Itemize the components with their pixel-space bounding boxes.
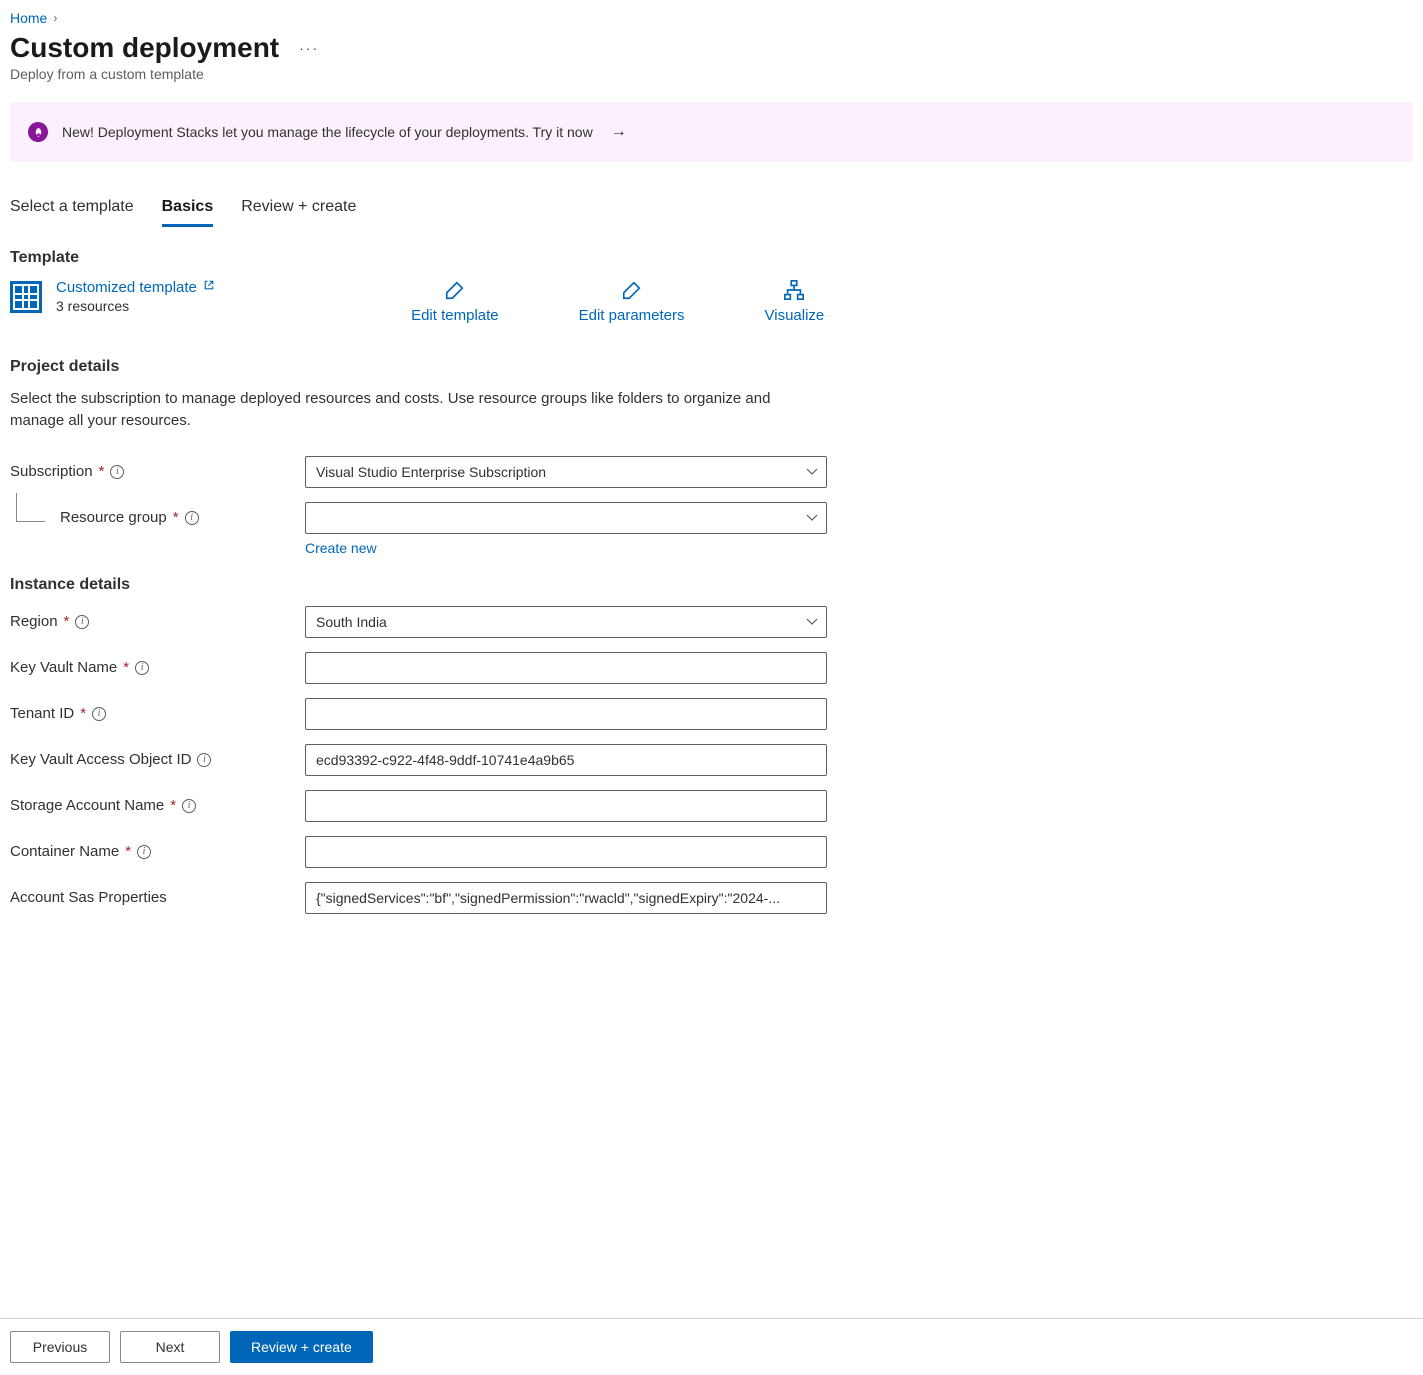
edit-template-button[interactable]: Edit template [411, 279, 499, 324]
tab-select-template[interactable]: Select a template [10, 198, 134, 227]
customized-template-link[interactable]: Customized template [56, 279, 215, 296]
previous-button[interactable]: Previous [10, 1331, 110, 1363]
pencil-icon [621, 279, 643, 301]
edit-parameters-button[interactable]: Edit parameters [579, 279, 685, 324]
info-icon[interactable]: i [75, 615, 89, 629]
external-link-icon [203, 279, 215, 291]
project-details-description: Select the subscription to manage deploy… [10, 388, 780, 432]
account-sas-properties-label: Account Sas Properties [10, 889, 305, 906]
kv-access-object-id-input[interactable] [305, 744, 827, 776]
create-new-resource-group-link[interactable]: Create new [305, 540, 377, 556]
region-label: Region* i [10, 613, 305, 630]
info-icon[interactable]: i [137, 845, 151, 859]
tenant-id-input[interactable] [305, 698, 827, 730]
subscription-label: Subscription* i [10, 463, 305, 480]
key-vault-name-input[interactable] [305, 652, 827, 684]
storage-account-name-input[interactable] [305, 790, 827, 822]
banner-text: New! Deployment Stacks let you manage th… [62, 124, 593, 140]
chevron-down-icon [806, 466, 818, 478]
region-dropdown[interactable]: South India [305, 606, 827, 638]
subscription-dropdown[interactable]: Visual Studio Enterprise Subscription [305, 456, 827, 488]
key-vault-name-label: Key Vault Name* i [10, 659, 305, 676]
account-sas-properties-input[interactable] [305, 882, 827, 914]
chevron-down-icon [806, 616, 818, 628]
tab-review-create[interactable]: Review + create [241, 198, 356, 227]
storage-account-name-label: Storage Account Name* i [10, 797, 305, 814]
template-section-heading: Template [10, 249, 1413, 267]
hierarchy-icon [783, 279, 805, 301]
more-actions-button[interactable]: ··· [293, 38, 325, 58]
next-button[interactable]: Next [120, 1331, 220, 1363]
info-icon[interactable]: i [135, 661, 149, 675]
kv-access-object-id-label: Key Vault Access Object ID i [10, 751, 305, 768]
project-details-heading: Project details [10, 358, 1413, 376]
review-create-button[interactable]: Review + create [230, 1331, 373, 1363]
rocket-icon [28, 122, 48, 142]
info-icon[interactable]: i [92, 707, 106, 721]
wizard-tabs: Select a template Basics Review + create [10, 198, 1413, 227]
instance-details-heading: Instance details [10, 576, 1413, 594]
container-name-label: Container Name* i [10, 843, 305, 860]
chevron-down-icon [806, 512, 818, 524]
tenant-id-label: Tenant ID* i [10, 705, 305, 722]
page-title: Custom deployment [10, 32, 279, 64]
visualize-button[interactable]: Visualize [765, 279, 825, 324]
info-banner[interactable]: New! Deployment Stacks let you manage th… [10, 102, 1413, 162]
info-icon[interactable]: i [185, 511, 199, 525]
resource-group-dropdown[interactable] [305, 502, 827, 534]
breadcrumb-home-link[interactable]: Home [10, 10, 47, 26]
arrow-right-icon: → [611, 123, 627, 141]
tab-basics[interactable]: Basics [162, 198, 214, 227]
chevron-right-icon: › [53, 11, 57, 25]
wizard-footer: Previous Next Review + create [0, 1318, 1423, 1375]
template-grid-icon [10, 281, 42, 313]
breadcrumb: Home › [10, 10, 1413, 26]
resource-group-label: Resource group* i [10, 509, 305, 526]
info-icon[interactable]: i [182, 799, 196, 813]
template-resource-count: 3 resources [56, 298, 215, 314]
info-icon[interactable]: i [197, 753, 211, 767]
pencil-icon [444, 279, 466, 301]
info-icon[interactable]: i [110, 465, 124, 479]
page-subtitle: Deploy from a custom template [10, 66, 1413, 82]
container-name-input[interactable] [305, 836, 827, 868]
